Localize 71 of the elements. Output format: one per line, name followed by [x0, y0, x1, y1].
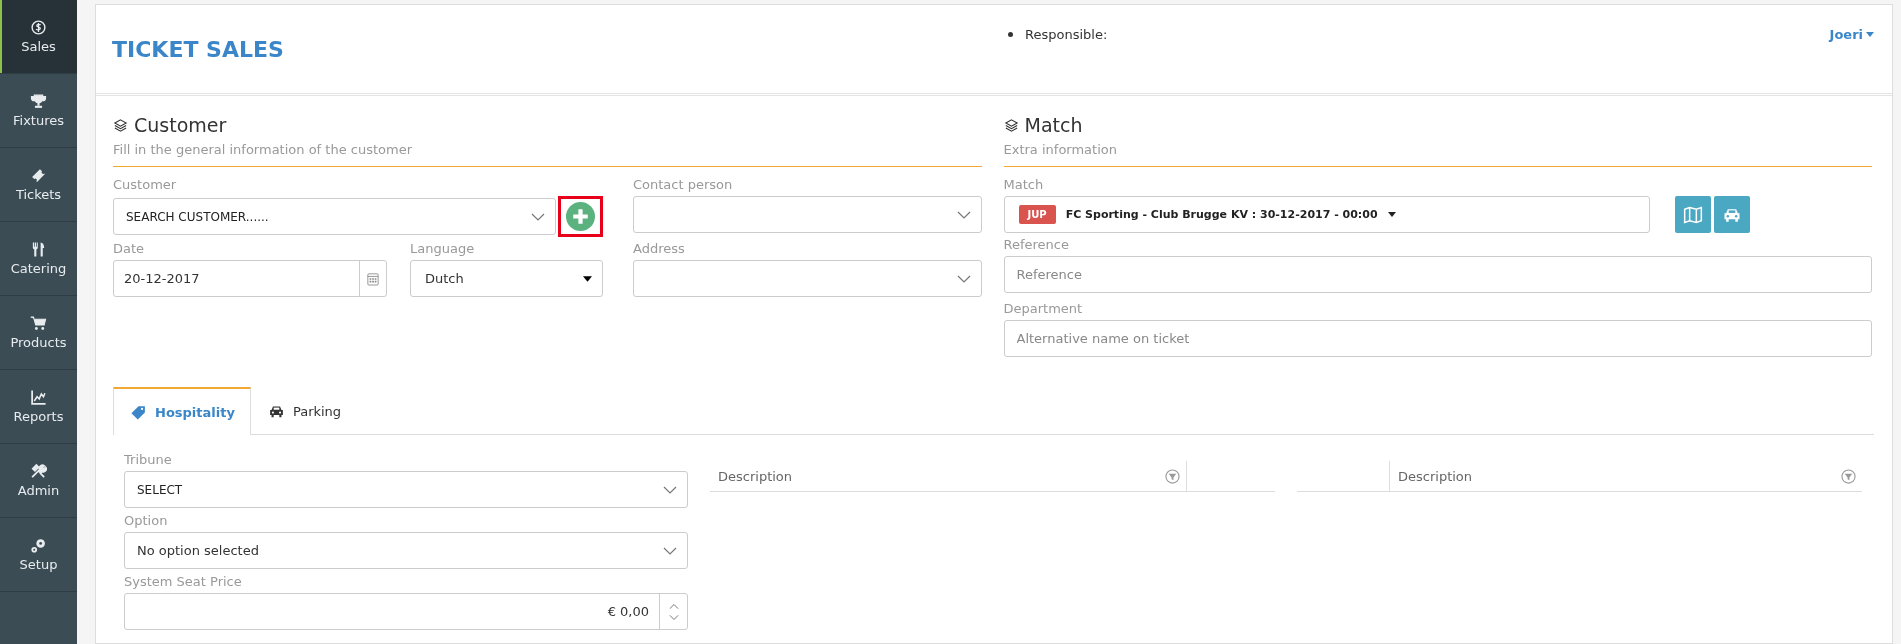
match-badge: JUP [1018, 205, 1056, 224]
nav-item[interactable]: Reports [0, 370, 77, 444]
reference-field[interactable]: Reference [1003, 256, 1872, 293]
chevron-down-icon [956, 274, 971, 283]
responsible-label: Responsible: [1025, 27, 1108, 42]
address-field[interactable] [633, 260, 982, 297]
calendar-icon [367, 271, 379, 286]
customer-search-field[interactable]: SEARCH CUSTOMER...... [113, 198, 556, 235]
layers-icon [1003, 117, 1019, 133]
add-customer-button[interactable] [558, 196, 603, 237]
field-label: Option [124, 513, 169, 528]
nav-item[interactable]: Catering [0, 222, 77, 296]
department-field[interactable]: Alternative name on ticket [1003, 320, 1872, 357]
nav-item[interactable]: Setup [0, 518, 77, 592]
field-label: Tribune [124, 452, 173, 467]
nav-item[interactable]: Fixtures [0, 74, 77, 148]
chevron-down-icon [956, 210, 971, 219]
page-title: TICKET SALES [112, 37, 285, 62]
option-select[interactable]: No option selected [124, 532, 688, 569]
caret-down-icon [1866, 32, 1874, 37]
filter-icon [1841, 468, 1856, 484]
section-title: Customer [134, 114, 227, 136]
field-label: Reference [1003, 237, 1070, 252]
section-subtitle: Fill in the general information of the customer [113, 136, 982, 167]
car-button[interactable] [1713, 196, 1750, 233]
tab[interactable]: Hospitality [113, 387, 251, 435]
gears-icon [30, 537, 47, 554]
nav-item[interactable]: Admin [0, 444, 77, 518]
contact-person-field[interactable] [633, 196, 982, 233]
field-label: Match [1003, 177, 1045, 192]
nav-item[interactable]: Sales [0, 0, 77, 74]
column-header: Description [710, 461, 1186, 491]
tribune-select[interactable]: SELECT [124, 471, 688, 508]
line-chart-icon [30, 389, 47, 406]
match-select[interactable]: JUP FC Sporting - Club Brugge KV : 30-12-2017 - 00:00 [1003, 196, 1650, 233]
cart-icon [30, 315, 47, 332]
field-label: Date [113, 241, 146, 256]
field-label: Contact person [633, 177, 734, 192]
map-icon [1682, 204, 1703, 225]
user-menu[interactable]: Joeri [1829, 27, 1874, 42]
field-label: Language [410, 241, 476, 256]
plus-circle-icon [566, 202, 595, 231]
spinner-arrows-icon [668, 601, 679, 622]
chevron-down-icon [663, 485, 677, 494]
section-title: Match [1024, 114, 1083, 136]
field-label: System Seat Price [124, 574, 243, 589]
map-button[interactable] [1674, 196, 1711, 233]
bullet-dot [1008, 32, 1013, 37]
tag-icon [130, 403, 147, 421]
column-header: Description [1389, 461, 1862, 491]
tools-icon [30, 463, 47, 480]
nav-item[interactable]: Products [0, 296, 77, 370]
cutlery-icon [30, 241, 47, 258]
chevron-down-icon [531, 212, 545, 221]
field-label: Customer [113, 177, 178, 192]
chevron-down-icon [663, 546, 677, 555]
filter-icon [1165, 468, 1180, 484]
language-select[interactable]: Dutch [410, 260, 603, 297]
field-label: Address [633, 241, 686, 256]
layers-icon [113, 117, 128, 133]
section-subtitle: Extra information [1003, 136, 1872, 167]
caret-down-icon [1387, 212, 1396, 217]
trophy-icon [30, 93, 47, 110]
date-field[interactable]: 20-12-2017 [113, 260, 387, 297]
seat-price-field[interactable]: € 0,00 [124, 593, 688, 630]
nav-item[interactable]: Tickets [0, 148, 77, 222]
dollar-icon [30, 19, 47, 36]
caret-down-icon [583, 275, 592, 282]
field-label: Department [1003, 301, 1084, 316]
tab[interactable]: Parking [250, 387, 358, 435]
ticket-icon [30, 167, 47, 184]
